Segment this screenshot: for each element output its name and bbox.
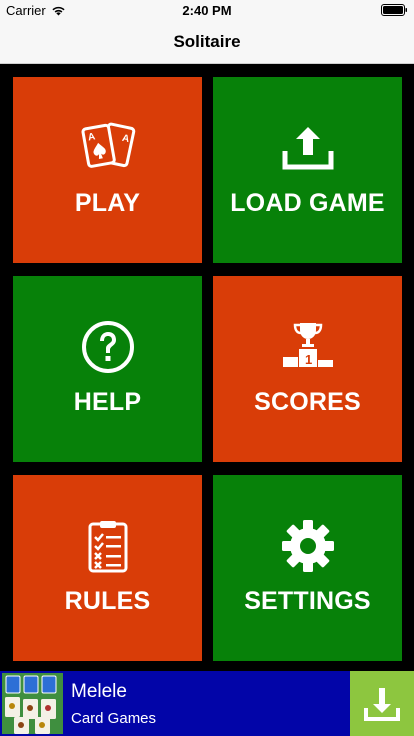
help-label: HELP (73, 388, 142, 416)
battery-icon (381, 4, 408, 19)
status-bar: Carrier 2:40 PM (0, 0, 414, 20)
navigation-bar: Solitaire (0, 20, 414, 64)
scores-button[interactable]: 1 SCORES (213, 276, 402, 462)
load-game-label: LOAD GAME (230, 189, 385, 217)
play-label: PLAY (74, 189, 141, 217)
scores-label: SCORES (254, 388, 361, 416)
ad-title: Melele (71, 681, 127, 702)
gear-icon (213, 519, 402, 573)
app-screen: Carrier 2:40 PM Solitaire A A PLAY LOAD … (0, 0, 414, 736)
settings-button[interactable]: SETTINGS (213, 475, 402, 661)
play-button[interactable]: A A PLAY (13, 77, 202, 263)
rules-button[interactable]: RULES (13, 475, 202, 661)
page-title: Solitaire (173, 32, 241, 51)
download-icon (364, 687, 400, 721)
checklist-clipboard-icon (13, 519, 202, 573)
svg-text:1: 1 (305, 352, 312, 367)
help-button[interactable]: HELP (13, 276, 202, 462)
trophy-podium-icon: 1 (213, 320, 402, 374)
load-game-button[interactable]: LOAD GAME (213, 77, 402, 263)
rules-label: RULES (64, 587, 151, 615)
playing-cards-icon: A A (13, 121, 202, 175)
ad-thumbnail (2, 673, 63, 734)
settings-label: SETTINGS (244, 587, 371, 615)
ad-subtitle: Card Games (71, 710, 157, 727)
svg-text:A: A (120, 133, 129, 145)
status-time: 2:40 PM (182, 3, 232, 18)
question-circle-icon (13, 320, 202, 374)
upload-icon (213, 121, 402, 175)
ad-banner[interactable]: Melele Card Games (0, 671, 414, 736)
ad-download-button[interactable] (350, 671, 414, 736)
